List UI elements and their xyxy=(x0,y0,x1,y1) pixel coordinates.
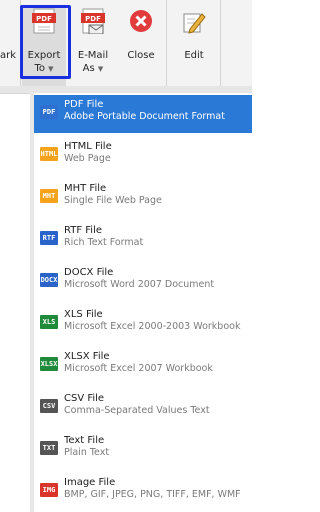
menu-item-description: Single File Web Page xyxy=(64,195,162,206)
email-label-line2: As xyxy=(82,63,95,74)
ribbon-group-strip xyxy=(0,86,252,93)
menu-item-description: Web Page xyxy=(64,153,111,164)
csv-file-icon: CSV xyxy=(40,399,58,413)
menu-item-title: XLSX File xyxy=(64,351,110,362)
menu-item-title: XLS File xyxy=(64,309,103,320)
menu-item-title: DOCX File xyxy=(64,267,114,278)
menu-item-title: MHT File xyxy=(64,183,107,194)
text-file-icon: TXT xyxy=(40,441,58,455)
edit-button[interactable]: Edit xyxy=(170,0,218,86)
menu-item-title: CSV File xyxy=(64,393,105,404)
menu-item-description: BMP, GIF, JPEG, PNG, TIFF, EMF, WMF xyxy=(64,489,241,500)
close-label: Close xyxy=(127,50,155,61)
menu-item-title: Image File xyxy=(64,477,116,488)
export-to-dropdown-menu: PDF PDF File Adobe Portable Document For… xyxy=(30,93,252,512)
menu-item-docx-file[interactable]: DOCX DOCX File Microsoft Word 2007 Docum… xyxy=(34,263,252,301)
svg-text:PDF: PDF xyxy=(85,15,101,23)
menu-item-pdf-file[interactable]: PDF PDF File Adobe Portable Document For… xyxy=(34,95,252,133)
email-label-line1: E-Mail xyxy=(77,50,109,61)
menu-item-description: Plain Text xyxy=(64,447,110,458)
mht-file-icon: MHT xyxy=(40,189,58,203)
menu-item-rtf-file[interactable]: RTF RTF File Rich Text Format xyxy=(34,221,252,259)
pdf-email-icon: PDF xyxy=(81,8,105,34)
image-file-icon: IMG xyxy=(40,483,58,497)
pdf-file-icon: PDF xyxy=(40,105,58,119)
menu-item-title: PDF File xyxy=(64,99,104,110)
chevron-down-icon: ▼ xyxy=(97,65,104,73)
menu-item-text-file[interactable]: TXT Text File Plain Text xyxy=(34,431,252,469)
menu-item-title: RTF File xyxy=(64,225,102,236)
menu-item-mht-file[interactable]: MHT MHT File Single File Web Page xyxy=(34,179,252,217)
docx-file-icon: DOCX xyxy=(40,273,58,287)
edit-label: Edit xyxy=(184,50,204,61)
menu-item-html-file[interactable]: HTML HTML File Web Page xyxy=(34,137,252,175)
menu-item-title: HTML File xyxy=(64,141,112,152)
email-as-label: E-Mail As ▼ xyxy=(70,49,116,76)
xlsx-file-icon: XLSX xyxy=(40,357,58,371)
previous-button-partial[interactable]: ark xyxy=(0,0,20,86)
close-icon xyxy=(130,10,152,32)
edit-pencil-icon xyxy=(183,13,206,34)
html-file-icon: HTML xyxy=(40,147,58,161)
menu-item-description: Comma-Separated Values Text xyxy=(64,405,210,416)
ribbon-separator xyxy=(166,0,167,86)
email-as-button[interactable]: PDF E-Mail As ▼ xyxy=(70,0,116,86)
selection-highlight-box xyxy=(20,5,71,79)
previous-button-label: ark xyxy=(0,50,17,61)
menu-item-csv-file[interactable]: CSV CSV File Comma-Separated Values Text xyxy=(34,389,252,427)
ribbon-toolbar: ark PDF Export To ▼ PDF E-Mail As ▼ Clos… xyxy=(0,0,252,94)
menu-item-title: Text File xyxy=(64,435,105,446)
menu-item-image-file[interactable]: IMG Image File BMP, GIF, JPEG, PNG, TIFF… xyxy=(34,473,252,511)
rtf-file-icon: RTF xyxy=(40,231,58,245)
menu-item-description: Microsoft Excel 2007 Workbook xyxy=(64,363,213,374)
menu-item-description: Microsoft Word 2007 Document xyxy=(64,279,215,290)
close-button[interactable]: Close xyxy=(118,0,164,86)
ribbon-separator xyxy=(220,0,221,86)
menu-item-xls-file[interactable]: XLS XLS File Microsoft Excel 2000-2003 W… xyxy=(34,305,252,343)
menu-item-description: Microsoft Excel 2000-2003 Workbook xyxy=(64,321,241,332)
menu-item-description: Adobe Portable Document Format xyxy=(64,111,225,122)
xls-file-icon: XLS xyxy=(40,315,58,329)
menu-item-description: Rich Text Format xyxy=(64,237,144,248)
menu-item-xlsx-file[interactable]: XLSX XLSX File Microsoft Excel 2007 Work… xyxy=(34,347,252,385)
